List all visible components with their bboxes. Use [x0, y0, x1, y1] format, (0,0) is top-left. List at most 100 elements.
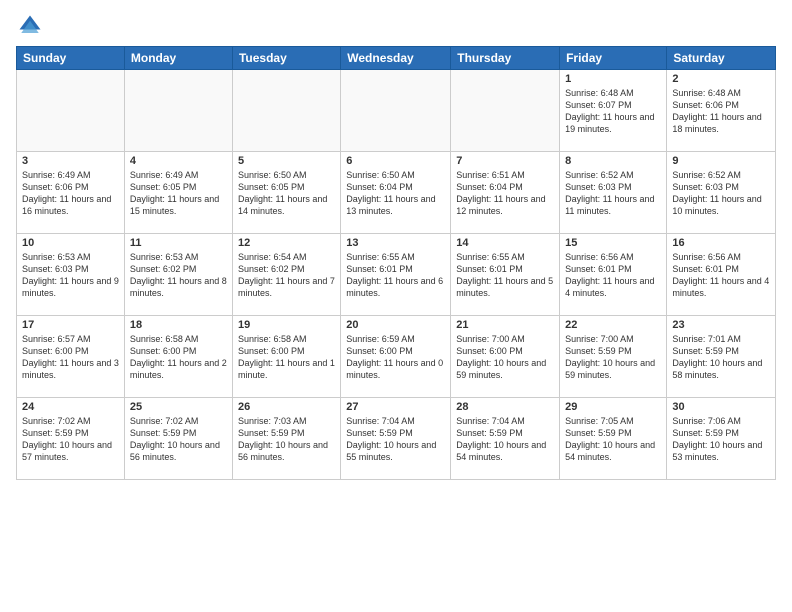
calendar-cell: 23 Sunrise: 7:01 AM Sunset: 5:59 PM Dayli… — [667, 316, 776, 398]
day-info: Sunrise: 6:52 AM Sunset: 6:03 PM Dayligh… — [672, 169, 770, 218]
day-number: 24 — [22, 401, 119, 413]
day-number: 17 — [22, 319, 119, 331]
day-info: Sunrise: 6:54 AM Sunset: 6:02 PM Dayligh… — [238, 251, 335, 300]
day-info: Sunrise: 6:56 AM Sunset: 6:01 PM Dayligh… — [672, 251, 770, 300]
calendar-cell: 21 Sunrise: 7:00 AM Sunset: 6:00 PM Dayli… — [451, 316, 560, 398]
day-info: Sunrise: 7:01 AM Sunset: 5:59 PM Dayligh… — [672, 333, 770, 382]
day-info: Sunrise: 6:59 AM Sunset: 6:00 PM Dayligh… — [346, 333, 445, 382]
calendar-cell — [124, 70, 232, 152]
calendar-cell: 3Sunrise: 6:49 AM Sunset: 6:06 PM Daylig… — [17, 152, 125, 234]
day-number: 18 — [130, 319, 227, 331]
day-number: 23 — [672, 319, 770, 331]
day-number: 30 — [672, 401, 770, 413]
header — [16, 12, 776, 40]
calendar-week-1: 1 Sunrise: 6:48 AM Sunset: 6:07 PM Daylig… — [17, 70, 776, 152]
calendar-cell: 16 Sunrise: 6:56 AM Sunset: 6:01 PM Dayli… — [667, 234, 776, 316]
weekday-header-thursday: Thursday — [451, 47, 560, 70]
day-info: Sunrise: 6:52 AM Sunset: 6:03 PM Dayligh… — [565, 169, 661, 218]
day-number: 29 — [565, 401, 661, 413]
day-info: Sunrise: 6:49 AM Sunset: 6:06 PM Dayligh… — [22, 169, 119, 218]
day-info: Sunrise: 6:56 AM Sunset: 6:01 PM Dayligh… — [565, 251, 661, 300]
calendar-cell: 7 Sunrise: 6:51 AM Sunset: 6:04 PM Daylig… — [451, 152, 560, 234]
day-info: Sunrise: 6:48 AM Sunset: 6:07 PM Dayligh… — [565, 87, 661, 136]
day-info: Sunrise: 6:55 AM Sunset: 6:01 PM Dayligh… — [456, 251, 554, 300]
weekday-header-saturday: Saturday — [667, 47, 776, 70]
day-number: 10 — [22, 237, 119, 249]
day-info: Sunrise: 6:49 AM Sunset: 6:05 PM Dayligh… — [130, 169, 227, 218]
calendar-table: SundayMondayTuesdayWednesdayThursdayFrid… — [16, 46, 776, 480]
day-info: Sunrise: 6:58 AM Sunset: 6:00 PM Dayligh… — [238, 333, 335, 382]
weekday-header-wednesday: Wednesday — [341, 47, 451, 70]
calendar-cell: 29 Sunrise: 7:05 AM Sunset: 5:59 PM Dayli… — [560, 398, 667, 480]
calendar-cell: 22 Sunrise: 7:00 AM Sunset: 5:59 PM Dayli… — [560, 316, 667, 398]
calendar-cell: 8 Sunrise: 6:52 AM Sunset: 6:03 PM Daylig… — [560, 152, 667, 234]
day-info: Sunrise: 6:57 AM Sunset: 6:00 PM Dayligh… — [22, 333, 119, 382]
day-info: Sunrise: 6:50 AM Sunset: 6:04 PM Dayligh… — [346, 169, 445, 218]
day-number: 26 — [238, 401, 335, 413]
day-number: 8 — [565, 155, 661, 167]
calendar-cell — [341, 70, 451, 152]
day-number: 16 — [672, 237, 770, 249]
calendar-cell: 13Sunrise: 6:55 AM Sunset: 6:01 PM Dayli… — [341, 234, 451, 316]
calendar-cell: 10Sunrise: 6:53 AM Sunset: 6:03 PM Dayli… — [17, 234, 125, 316]
day-number: 28 — [456, 401, 554, 413]
calendar-cell: 27 Sunrise: 7:04 AM Sunset: 5:59 PM Dayli… — [341, 398, 451, 480]
calendar-cell: 1 Sunrise: 6:48 AM Sunset: 6:07 PM Daylig… — [560, 70, 667, 152]
calendar-cell: 6 Sunrise: 6:50 AM Sunset: 6:04 PM Daylig… — [341, 152, 451, 234]
weekday-header-monday: Monday — [124, 47, 232, 70]
calendar-cell: 20Sunrise: 6:59 AM Sunset: 6:00 PM Dayli… — [341, 316, 451, 398]
calendar-week-3: 10Sunrise: 6:53 AM Sunset: 6:03 PM Dayli… — [17, 234, 776, 316]
calendar-cell: 19 Sunrise: 6:58 AM Sunset: 6:00 PM Dayli… — [232, 316, 340, 398]
calendar-cell — [232, 70, 340, 152]
logo — [16, 12, 48, 40]
day-info: Sunrise: 7:00 AM Sunset: 5:59 PM Dayligh… — [565, 333, 661, 382]
calendar-cell — [451, 70, 560, 152]
calendar-cell: 4 Sunrise: 6:49 AM Sunset: 6:05 PM Daylig… — [124, 152, 232, 234]
weekday-header-tuesday: Tuesday — [232, 47, 340, 70]
weekday-header-sunday: Sunday — [17, 47, 125, 70]
calendar-cell: 2 Sunrise: 6:48 AM Sunset: 6:06 PM Daylig… — [667, 70, 776, 152]
day-number: 5 — [238, 155, 335, 167]
day-number: 19 — [238, 319, 335, 331]
weekday-header-row: SundayMondayTuesdayWednesdayThursdayFrid… — [17, 47, 776, 70]
calendar-cell: 30 Sunrise: 7:06 AM Sunset: 5:59 PM Dayli… — [667, 398, 776, 480]
calendar-cell — [17, 70, 125, 152]
calendar-week-5: 24 Sunrise: 7:02 AM Sunset: 5:59 PM Dayli… — [17, 398, 776, 480]
calendar-cell: 9 Sunrise: 6:52 AM Sunset: 6:03 PM Daylig… — [667, 152, 776, 234]
calendar-cell: 17 Sunrise: 6:57 AM Sunset: 6:00 PM Dayli… — [17, 316, 125, 398]
day-info: Sunrise: 7:02 AM Sunset: 5:59 PM Dayligh… — [130, 415, 227, 464]
day-info: Sunrise: 6:51 AM Sunset: 6:04 PM Dayligh… — [456, 169, 554, 218]
day-number: 21 — [456, 319, 554, 331]
day-number: 13 — [346, 237, 445, 249]
day-number: 9 — [672, 155, 770, 167]
calendar-cell: 5 Sunrise: 6:50 AM Sunset: 6:05 PM Daylig… — [232, 152, 340, 234]
day-info: Sunrise: 6:50 AM Sunset: 6:05 PM Dayligh… — [238, 169, 335, 218]
day-number: 4 — [130, 155, 227, 167]
day-number: 1 — [565, 73, 661, 85]
day-number: 7 — [456, 155, 554, 167]
day-info: Sunrise: 7:02 AM Sunset: 5:59 PM Dayligh… — [22, 415, 119, 464]
day-number: 14 — [456, 237, 554, 249]
calendar-cell: 12 Sunrise: 6:54 AM Sunset: 6:02 PM Dayli… — [232, 234, 340, 316]
calendar-cell: 11 Sunrise: 6:53 AM Sunset: 6:02 PM Dayli… — [124, 234, 232, 316]
calendar-cell: 15 Sunrise: 6:56 AM Sunset: 6:01 PM Dayli… — [560, 234, 667, 316]
day-number: 6 — [346, 155, 445, 167]
page: SundayMondayTuesdayWednesdayThursdayFrid… — [0, 0, 792, 488]
day-number: 12 — [238, 237, 335, 249]
day-info: Sunrise: 7:04 AM Sunset: 5:59 PM Dayligh… — [346, 415, 445, 464]
day-info: Sunrise: 6:48 AM Sunset: 6:06 PM Dayligh… — [672, 87, 770, 136]
calendar-week-4: 17 Sunrise: 6:57 AM Sunset: 6:00 PM Dayli… — [17, 316, 776, 398]
calendar-week-2: 3Sunrise: 6:49 AM Sunset: 6:06 PM Daylig… — [17, 152, 776, 234]
day-number: 15 — [565, 237, 661, 249]
day-number: 2 — [672, 73, 770, 85]
day-info: Sunrise: 7:04 AM Sunset: 5:59 PM Dayligh… — [456, 415, 554, 464]
day-info: Sunrise: 7:06 AM Sunset: 5:59 PM Dayligh… — [672, 415, 770, 464]
day-number: 22 — [565, 319, 661, 331]
calendar-cell: 24 Sunrise: 7:02 AM Sunset: 5:59 PM Dayli… — [17, 398, 125, 480]
day-info: Sunrise: 7:05 AM Sunset: 5:59 PM Dayligh… — [565, 415, 661, 464]
day-number: 11 — [130, 237, 227, 249]
day-info: Sunrise: 7:00 AM Sunset: 6:00 PM Dayligh… — [456, 333, 554, 382]
day-info: Sunrise: 7:03 AM Sunset: 5:59 PM Dayligh… — [238, 415, 335, 464]
day-number: 27 — [346, 401, 445, 413]
day-info: Sunrise: 6:53 AM Sunset: 6:02 PM Dayligh… — [130, 251, 227, 300]
